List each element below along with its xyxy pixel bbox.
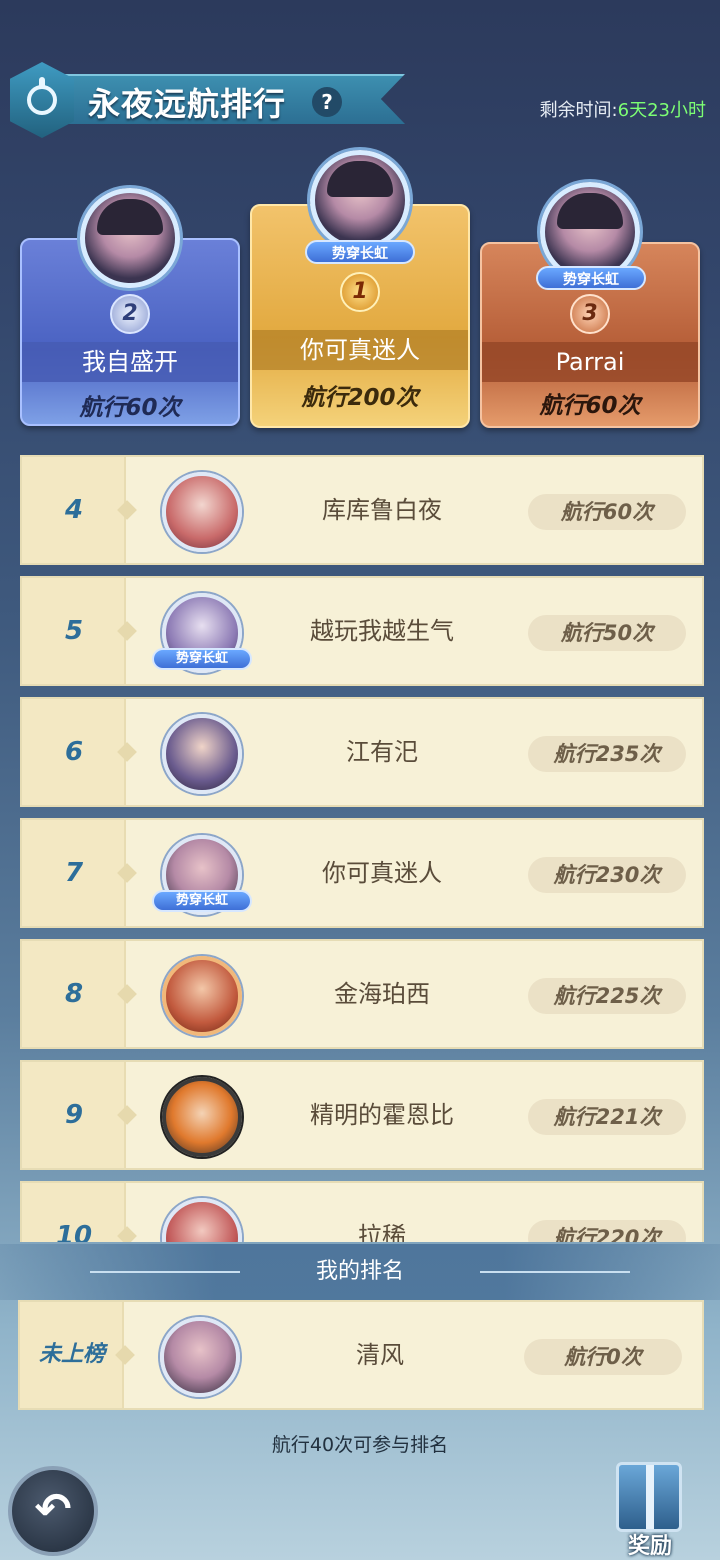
my-avatar[interactable] <box>160 1317 240 1397</box>
rank-number: 9 <box>64 1100 84 1130</box>
my-voyage-count: 航行0次 <box>524 1339 682 1375</box>
player-name: 越玩我越生气 <box>310 617 454 645</box>
rank-number: 10 <box>55 1221 93 1242</box>
podium-first-avatar[interactable] <box>310 150 410 250</box>
table-row[interactable]: 8 金海珀西 航行225次 <box>20 939 704 1049</box>
ranking-list[interactable]: 4 库库鲁白夜 航行60次 5 势穿长虹 越玩我越生气 航行50次 6 江有汜 … <box>20 455 704 1242</box>
rank-3-badge-icon: 3 <box>570 294 610 334</box>
my-rank-header: 我的排名 <box>0 1244 720 1300</box>
voyage-count: 航行230次 <box>528 857 686 893</box>
help-button[interactable]: ? <box>312 87 342 117</box>
rank-number: 6 <box>64 737 84 767</box>
player-avatar[interactable] <box>162 956 242 1036</box>
podium-third-name: Parrai <box>482 342 698 382</box>
voyage-count: 航行235次 <box>528 736 686 772</box>
table-row[interactable]: 5 势穿长虹 越玩我越生气 航行50次 <box>20 576 704 686</box>
timer-label: 剩余时间: <box>539 100 618 121</box>
divider-right <box>480 1271 630 1273</box>
rank-number: 5 <box>64 616 84 646</box>
rank-number: 8 <box>64 979 84 1009</box>
table-row[interactable]: 4 库库鲁白夜 航行60次 <box>20 455 704 565</box>
podium-first-voyage: 航行200次 <box>301 385 419 411</box>
player-name: 库库鲁白夜 <box>322 496 442 524</box>
remaining-time: 剩余时间:6天23小时 <box>540 96 706 122</box>
table-row[interactable]: 10 拉稀 航行220次 <box>20 1181 704 1242</box>
gift-box-icon <box>616 1462 682 1532</box>
player-avatar[interactable] <box>162 1077 242 1157</box>
title-emblem-icon <box>10 62 74 138</box>
podium-third-title-tag: 势穿长虹 <box>536 266 646 290</box>
podium-second-avatar[interactable] <box>80 188 180 288</box>
table-row[interactable]: 9 精明的霍恩比 航行221次 <box>20 1060 704 1170</box>
title-banner: 永夜远航排行 ? <box>10 62 410 138</box>
reward-button[interactable]: 奖励 <box>608 1460 692 1559</box>
podium-first-name: 你可真迷人 <box>252 330 468 370</box>
podium-first-title-tag: 势穿长虹 <box>305 240 415 264</box>
voyage-count: 航行60次 <box>528 494 686 530</box>
voyage-count: 航行221次 <box>528 1099 686 1135</box>
back-arrow-icon: ↶ <box>34 1484 72 1535</box>
rank-number: 7 <box>64 858 84 888</box>
player-avatar[interactable] <box>162 472 242 552</box>
podium-third-voyage: 航行60次 <box>539 393 641 419</box>
page-title: 永夜远航排行 <box>88 85 287 123</box>
podium-second-voyage: 航行60次 <box>79 395 181 421</box>
timer-value: 6天23小时 <box>617 100 706 121</box>
player-name: 精明的霍恩比 <box>310 1101 454 1129</box>
player-name: 你可真迷人 <box>322 859 442 887</box>
player-name: 拉稀 <box>358 1222 406 1242</box>
my-rank-status: 未上榜 <box>38 1342 105 1367</box>
voyage-count: 航行220次 <box>528 1220 686 1242</box>
ranking-hint: 航行40次可参与排名 <box>271 1434 449 1456</box>
player-name: 金海珀西 <box>334 980 430 1008</box>
my-name: 清风 <box>356 1341 404 1369</box>
rank-1-badge-icon: 1 <box>340 272 380 312</box>
player-title-tag: 势穿长虹 <box>152 890 252 912</box>
player-title-tag: 势穿长虹 <box>152 648 252 670</box>
reward-label: 奖励 <box>627 1534 672 1559</box>
rank-number: 4 <box>64 495 84 525</box>
voyage-count: 航行225次 <box>528 978 686 1014</box>
rank-2-badge-icon: 2 <box>110 294 150 334</box>
my-rank-title: 我的排名 <box>315 1259 404 1284</box>
divider-left <box>90 1271 240 1273</box>
my-rank-row[interactable]: 未上榜 清风 航行0次 <box>18 1300 704 1410</box>
player-name: 江有汜 <box>346 738 418 766</box>
table-row[interactable]: 7 势穿长虹 你可真迷人 航行230次 <box>20 818 704 928</box>
player-avatar[interactable] <box>162 1198 242 1242</box>
back-button[interactable]: ↶ <box>8 1466 98 1556</box>
podium-second-name: 我自盛开 <box>22 342 238 382</box>
voyage-count: 航行50次 <box>528 615 686 651</box>
table-row[interactable]: 6 江有汜 航行235次 <box>20 697 704 807</box>
player-avatar[interactable] <box>162 714 242 794</box>
